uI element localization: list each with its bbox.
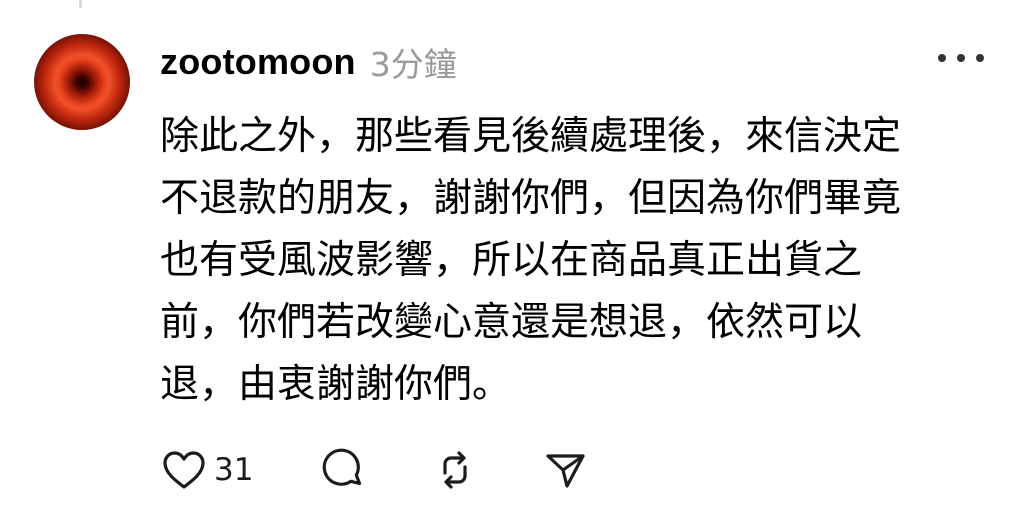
more-horizontal-icon [938, 54, 946, 62]
post-content: 除此之外，那些看見後續處理後，來信決定 不退款的朋友，謝謝你們，但因為你們畢竟 … [160, 106, 980, 416]
like-button[interactable]: 31 [160, 446, 253, 494]
reply-button[interactable] [319, 446, 367, 494]
post-actions: 31 [160, 446, 589, 494]
username[interactable]: zootomoon [160, 41, 356, 83]
post-content-line: 前，你們若改變心意還是想退，依然可以 [160, 300, 863, 345]
post-header: zootomoon 3分鐘 [160, 38, 457, 86]
share-button[interactable] [541, 446, 589, 494]
post-content-line: 也有受風波影響，所以在商品真正出貨之 [160, 238, 863, 283]
send-icon [541, 446, 589, 494]
like-count: 31 [214, 452, 254, 488]
post-content-line: 不退款的朋友，謝謝你們，但因為你們畢竟 [160, 176, 902, 221]
repost-icon [431, 446, 479, 494]
timestamp: 3分鐘 [369, 45, 457, 84]
thread-connector-line [79, 0, 82, 8]
repost-button[interactable] [431, 446, 479, 494]
more-options-button[interactable] [938, 46, 984, 70]
comment-bubble-icon [319, 446, 367, 494]
heart-icon [160, 446, 208, 494]
more-horizontal-icon-dot [976, 54, 984, 62]
more-horizontal-icon-dot [957, 54, 965, 62]
post-content-line: 除此之外，那些看見後續處理後，來信決定 [160, 114, 902, 159]
post-content-line: 退，由衷謝謝你們。 [160, 362, 512, 407]
avatar[interactable] [34, 34, 130, 130]
